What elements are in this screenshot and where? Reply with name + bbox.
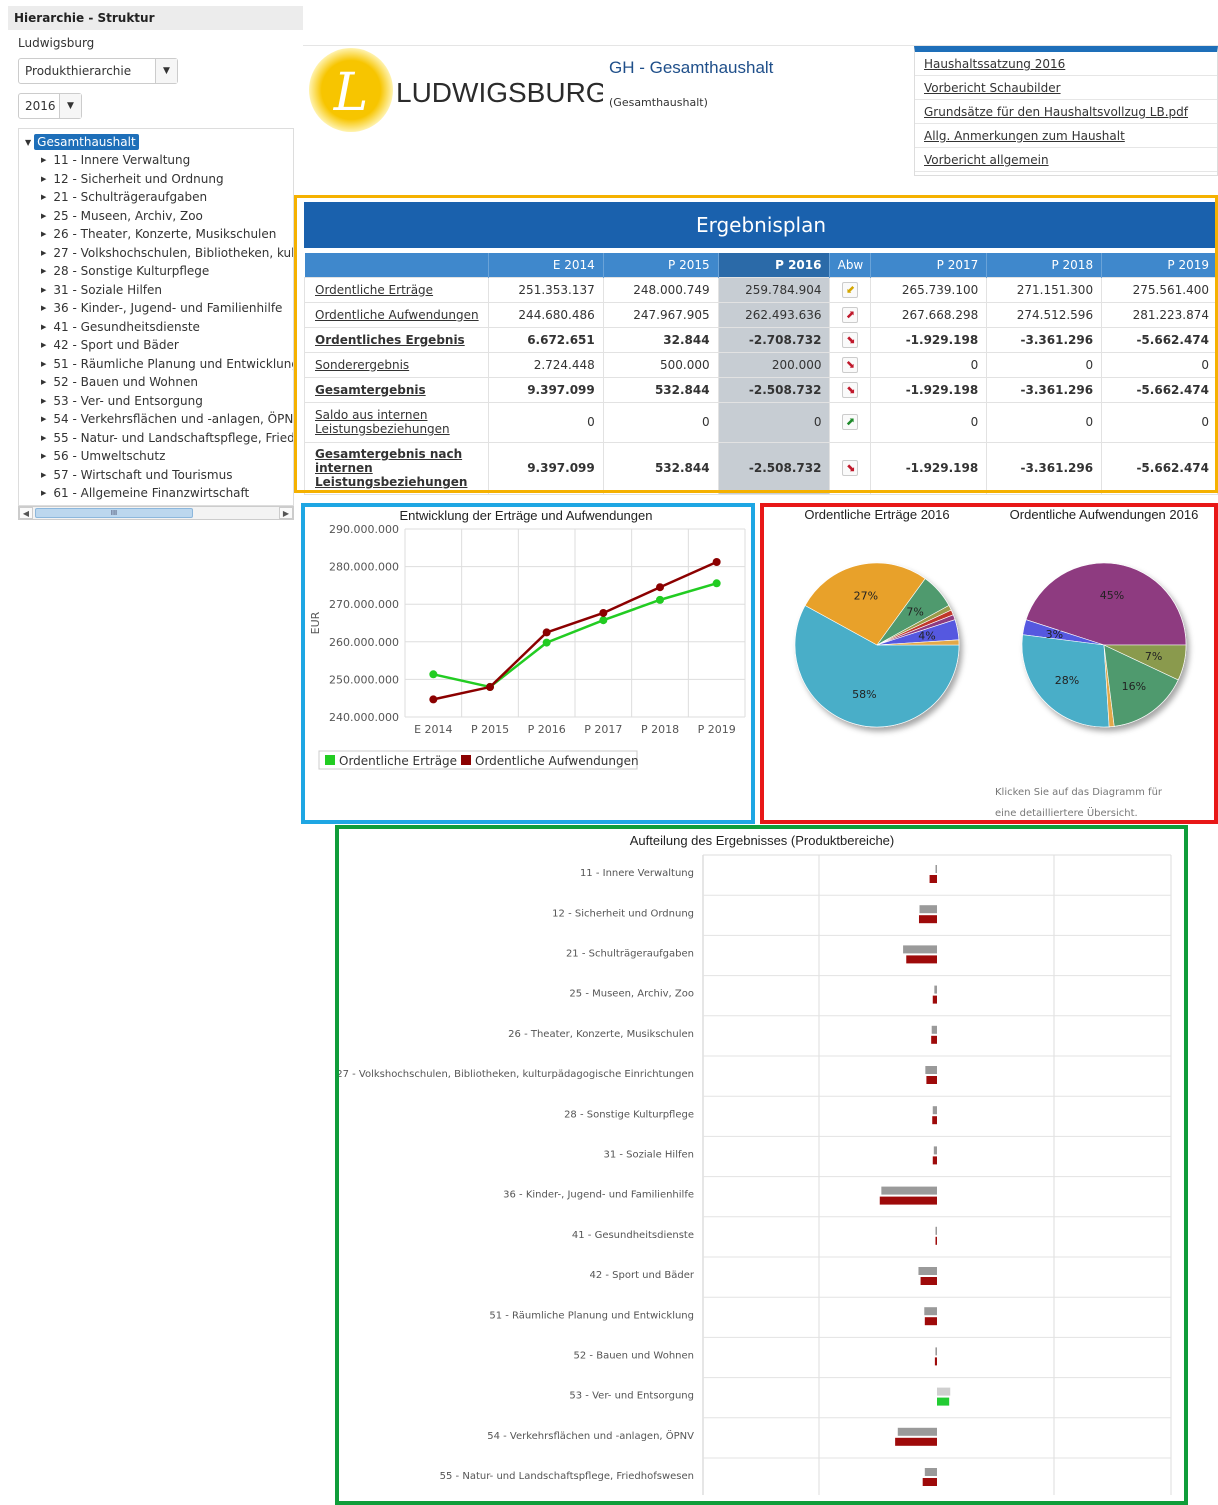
tree-item[interactable]: ▶ 31 - Soziale Hilfen [25,281,293,300]
tree-item[interactable]: ▶ 21 - Schulträgeraufgaben [25,188,293,207]
link-anmerkungen[interactable]: Allg. Anmerkungen zum Haushalt [915,124,1217,148]
logo-text: LUDWIGSBURG [396,77,603,108]
tree-item-label: 54 - Verkehrsflächen und -anlagen, ÖPNV [53,412,294,427]
tree-item[interactable]: ▶ 41 - Gesundheitsdienste [25,318,293,337]
tree-item[interactable]: ▶ 55 - Natur- und Landschaftspflege, Frie… [25,429,293,448]
collapsed-caret-icon[interactable]: ▶ [41,175,46,183]
tree-item-label: 11 - Innere Verwaltung [53,153,191,168]
tree-item[interactable]: ▶ 11 - Innere Verwaltung [25,151,293,170]
collapsed-caret-icon[interactable]: ▶ [41,304,46,312]
collapsed-caret-icon[interactable]: ▶ [41,489,46,497]
collapsed-caret-icon[interactable]: ▶ [41,341,46,349]
page-subtitle: (Gesamthaushalt) [609,96,708,109]
tree-item-label: 55 - Natur- und Landschaftspflege, Fried… [53,430,294,445]
tree-item[interactable]: ▶ 12 - Sicherheit und Ordnung [25,170,293,189]
tree-items: ▶ 11 - Innere Verwaltung ▶ 12 - Sicherheit … [25,151,293,503]
tree-item[interactable]: ▶ 61 - Allgemeine Finanzwirtschaft [25,484,293,503]
hierarchy-select-value: Produkthierarchie [25,64,132,78]
tree-item-label: 36 - Kinder-, Jugend- und Familienhilfe [53,301,283,316]
tree-item[interactable]: ▶ 42 - Sport und Bäder [25,336,293,355]
collapsed-caret-icon[interactable]: ▶ [41,452,46,460]
link-vorbericht-schaubilder[interactable]: Vorbericht Schaubilder [915,76,1217,100]
tree-item[interactable]: ▶ 36 - Kinder-, Jugend- und Familienhilfe [25,299,293,318]
top-bar [303,6,1218,46]
tree-item[interactable]: ▶ 51 - Räumliche Planung und Entwicklung [25,355,293,374]
tree-item[interactable]: ▶ 52 - Bauen und Wohnen [25,373,293,392]
collapsed-caret-icon[interactable]: ▶ [41,212,46,220]
collapsed-caret-icon[interactable]: ▶ [41,378,46,386]
tree-item-label: 26 - Theater, Konzerte, Musikschulen [53,227,277,242]
sidebar: Hierarchie - Struktur Ludwigsburg Produk… [0,0,303,1495]
collapsed-caret-icon[interactable]: ▶ [41,360,46,368]
sidebar-title: Hierarchie - Struktur [8,6,303,30]
tree-item[interactable]: ▶ 54 - Verkehrsflächen und -anlagen, ÖPNV [25,410,293,429]
tree-item-label: 56 - Umweltschutz [53,449,166,464]
highlight-frame-plan [294,195,1218,493]
collapsed-caret-icon[interactable]: ▶ [41,249,46,257]
hierarchy-tree: ▼ Gesamthaushalt ▶ 11 - Innere Verwaltung… [18,128,294,506]
collapsed-caret-icon[interactable]: ▶ [41,434,46,442]
expanded-caret-icon[interactable]: ▼ [25,138,31,147]
link-grundsaetze-pdf[interactable]: Grundsätze für den Haushaltsvollzug LB.p… [915,100,1217,124]
tree-root[interactable]: ▼ Gesamthaushalt [25,133,293,151]
collapsed-caret-icon[interactable]: ▶ [41,267,46,275]
collapsed-caret-icon[interactable]: ▶ [41,230,46,238]
page-title: GH - Gesamthaushalt [609,58,774,77]
highlight-frame-bar-chart [335,825,1188,1505]
tree-item[interactable]: ▶ 56 - Umweltschutz [25,447,293,466]
tree-item-label: 12 - Sicherheit und Ordnung [53,171,224,186]
scroll-right-icon[interactable]: ▶ [279,507,293,519]
tree-item-label: 27 - Volkshochschulen, Bibliotheken, kul… [53,245,294,260]
highlight-frame-pie-charts [760,503,1218,824]
org-label: Ludwigsburg [18,36,95,50]
chevron-down-icon[interactable]: ▼ [155,59,177,83]
collapsed-caret-icon[interactable]: ▶ [41,193,46,201]
tree-item-label: 25 - Museen, Archiv, Zoo [53,208,203,223]
logo-letter-icon: L [333,63,369,123]
tree-root-label[interactable]: Gesamthaushalt [34,134,139,150]
tree-item-label: 53 - Ver- und Entsorgung [53,393,203,408]
collapsed-caret-icon[interactable]: ▶ [41,286,46,294]
tree-item-label: 51 - Räumliche Planung und Entwicklung [53,356,294,371]
tree-item-label: 21 - Schulträgeraufgaben [53,190,208,205]
tree-item-label: 31 - Soziale Hilfen [53,282,162,297]
link-haushaltssatzung[interactable]: Haushaltssatzung 2016 [915,52,1217,76]
city-logo: L LUDWIGSBURG [303,48,608,138]
collapsed-caret-icon[interactable]: ▶ [41,397,46,405]
collapsed-caret-icon[interactable]: ▶ [41,156,46,164]
tree-item-label: 42 - Sport und Bäder [53,338,179,353]
tree-item[interactable]: ▶ 26 - Theater, Konzerte, Musikschulen [25,225,293,244]
collapsed-caret-icon[interactable]: ▶ [41,415,46,423]
tree-item-label: 57 - Wirtschaft und Tourismus [53,467,233,482]
tree-item[interactable]: ▶ 28 - Sonstige Kulturpflege [25,262,293,281]
scroll-thumb[interactable]: III [35,508,193,518]
tree-item[interactable]: ▶ 27 - Volkshochschulen, Bibliotheken, ku… [25,244,293,263]
tree-item-label: 61 - Allgemeine Finanzwirtschaft [53,486,250,501]
collapsed-caret-icon[interactable]: ▶ [41,323,46,331]
link-vorbericht-allgemein[interactable]: Vorbericht allgemein [915,148,1217,172]
tree-item-label: 52 - Bauen und Wohnen [53,375,198,390]
year-select[interactable]: 2016 ▼ [18,93,82,119]
hierarchy-select[interactable]: Produkthierarchie ▼ [18,58,178,84]
tree-item[interactable]: ▶ 57 - Wirtschaft und Tourismus [25,466,293,485]
scroll-left-icon[interactable]: ◀ [19,507,33,519]
chevron-down-icon[interactable]: ▼ [59,94,81,118]
document-links: Haushaltssatzung 2016 Vorbericht Schaubi… [914,46,1218,176]
tree-item-label: 28 - Sonstige Kulturpflege [53,264,210,279]
tree-item[interactable]: ▶ 53 - Ver- und Entsorgung [25,392,293,411]
tree-item-label: 41 - Gesundheitsdienste [53,319,200,334]
collapsed-caret-icon[interactable]: ▶ [41,471,46,479]
highlight-frame-line-chart [301,503,755,824]
horizontal-scrollbar[interactable]: ◀ III ▶ [18,506,294,520]
ludwigsburg-logo: L LUDWIGSBURG [309,48,608,132]
year-select-value: 2016 [25,99,56,113]
tree-item[interactable]: ▶ 25 - Museen, Archiv, Zoo [25,207,293,226]
